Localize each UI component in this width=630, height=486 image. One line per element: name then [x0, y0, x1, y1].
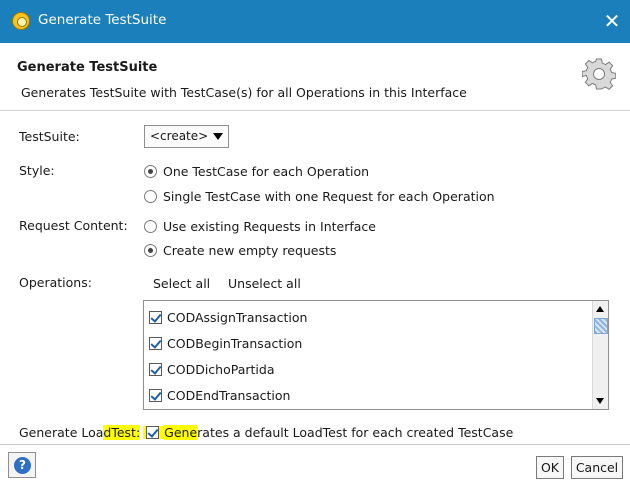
generate-loadtest-row: Generate Loa dTest: Gene rates a default L… [19, 423, 513, 441]
style-option-one-testcase[interactable]: One TestCase for each Operation [144, 162, 369, 180]
ok-button[interactable]: OK [536, 456, 564, 479]
title-bar: Generate TestSuite ✕ [0, 0, 630, 43]
radio-selected-icon[interactable] [144, 243, 157, 257]
request-option-label: Use existing Requests in Interface [163, 218, 376, 234]
testsuite-label: TestSuite: [19, 129, 80, 144]
checkbox-checked-icon[interactable] [149, 336, 162, 350]
loadtest-text-highlight: Gene [164, 424, 198, 440]
help-button[interactable]: ? [8, 452, 36, 478]
radio-unselected-icon[interactable] [144, 219, 157, 233]
style-option-label: One TestCase for each Operation [163, 163, 370, 179]
operations-list[interactable]: CODAssignTransaction CODBeginTransaction… [143, 300, 609, 410]
gear-icon [582, 58, 616, 91]
unselect-all-link[interactable]: Unselect all [228, 276, 301, 291]
list-item[interactable]: CODEndTransaction [149, 385, 290, 405]
checkbox-checked-icon[interactable] [149, 362, 162, 376]
cancel-button[interactable]: Cancel [571, 456, 623, 479]
loadtest-checkbox-wrap[interactable] [143, 425, 165, 439]
scroll-down-arrow-icon[interactable] [593, 393, 608, 409]
style-option-label: Single TestCase with one Request for eac… [163, 188, 495, 204]
testsuite-select[interactable]: <create> [144, 125, 229, 148]
style-option-single-testcase[interactable]: Single TestCase with one Request for eac… [144, 187, 495, 205]
request-option-label: Create new empty requests [163, 242, 337, 258]
soapui-logo-icon [12, 12, 30, 30]
operation-name: CODAssignTransaction [167, 309, 308, 325]
operation-name: CODDichoPartida [167, 361, 275, 377]
list-item[interactable]: CODBeginTransaction [149, 333, 302, 353]
operation-name: CODEndTransaction [167, 387, 291, 403]
checkbox-checked-icon[interactable] [149, 388, 162, 402]
scroll-thumb[interactable] [594, 318, 608, 334]
operations-label: Operations: [19, 275, 92, 290]
style-label: Style: [19, 163, 55, 178]
request-option-new-empty[interactable]: Create new empty requests [144, 241, 336, 259]
chevron-down-icon [213, 133, 223, 140]
list-item[interactable]: CODDichoPartida [149, 359, 274, 379]
loadtest-description: rates a default LoadTest for each create… [197, 424, 514, 440]
loadtest-checkbox[interactable] [146, 425, 160, 439]
dialog-footer: ? OK Cancel [0, 444, 630, 486]
dialog-body: TestSuite: <create> Style: One TestCase … [0, 111, 630, 440]
request-content-label: Request Content: [19, 218, 128, 233]
close-button[interactable]: ✕ [594, 0, 630, 43]
checkbox-checked-icon[interactable] [149, 310, 162, 324]
scroll-up-arrow-icon[interactable] [593, 301, 608, 317]
operations-scrollbar[interactable] [592, 301, 608, 409]
window-title: Generate TestSuite [38, 12, 167, 28]
header-description: Generates TestSuite with TestCase(s) for… [21, 85, 467, 100]
loadtest-label-highlight: dTest: [103, 424, 141, 440]
header-title: Generate TestSuite [17, 60, 158, 75]
operation-name: CODBeginTransaction [167, 335, 303, 351]
select-all-link[interactable]: Select all [153, 276, 210, 291]
help-icon: ? [14, 457, 31, 474]
radio-unselected-icon[interactable] [144, 189, 157, 203]
list-item[interactable]: CODAssignTransaction [149, 307, 307, 327]
loadtest-label-part: Generate Loa [19, 424, 104, 440]
request-option-existing[interactable]: Use existing Requests in Interface [144, 217, 376, 235]
radio-selected-icon[interactable] [144, 164, 157, 178]
dialog-header: Generate TestSuite Generates TestSuite w… [0, 43, 630, 111]
testsuite-select-value: <create> [150, 129, 209, 143]
